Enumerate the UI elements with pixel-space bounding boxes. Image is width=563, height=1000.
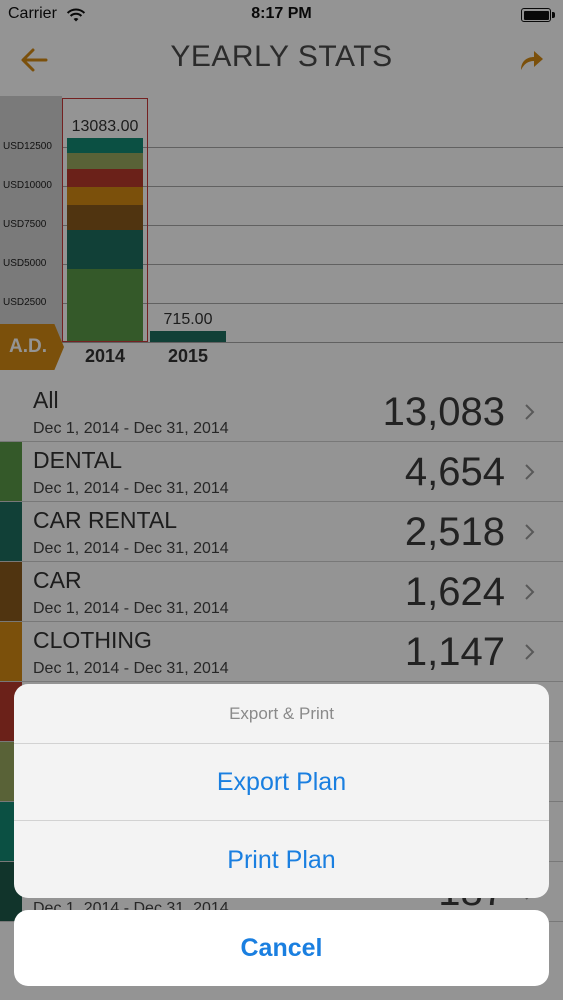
print-plan-button[interactable]: Print Plan [14,822,549,898]
action-sheet: Export & Print Export Plan Print Plan [14,684,549,898]
cancel-button[interactable]: Cancel [14,910,549,986]
export-plan-button[interactable]: Export Plan [14,744,549,821]
action-sheet-title: Export & Print [14,684,549,744]
